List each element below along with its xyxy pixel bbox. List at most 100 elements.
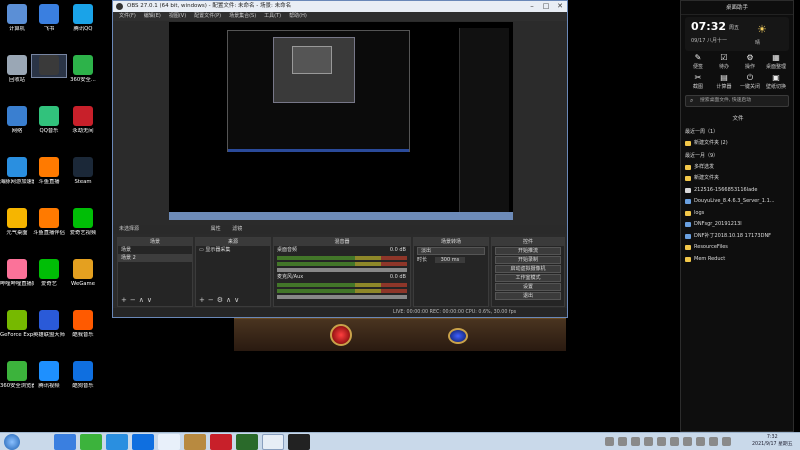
tray-icon[interactable] (657, 437, 666, 446)
tray-icon[interactable] (722, 437, 731, 446)
file-item[interactable]: 212516-1566853116lade (685, 185, 791, 197)
tray-icon[interactable] (696, 437, 705, 446)
menu-item[interactable]: 视图(V) (169, 12, 186, 21)
file-group-label[interactable]: 最近一周（1） (685, 128, 791, 135)
tray-icon[interactable] (683, 437, 692, 446)
file-group-label[interactable]: 最近一月（9） (685, 152, 791, 159)
obs-window[interactable]: OBS 27.0.1 (64 bit, windows) - 配置文件: 未命名… (112, 0, 568, 318)
filters-button[interactable]: 滤镜 (232, 226, 242, 232)
tray-icon[interactable] (605, 437, 614, 446)
taskbar-app-explorer[interactable] (158, 434, 180, 450)
tool-button[interactable]: ▤ 计算器 (711, 73, 737, 91)
desktop-icon[interactable]: 360安全... (66, 55, 100, 83)
desktop-icon[interactable]: 腾讯视频 (32, 361, 66, 389)
desktop-icon[interactable]: 海豚网游加速器5.0 (0, 157, 34, 185)
file-item[interactable]: 多样选发 (685, 162, 791, 174)
tool-button[interactable]: ⏻ 一键关闭 (737, 73, 763, 91)
desktop-icon[interactable]: 腾讯QQ (66, 4, 100, 32)
transition-select[interactable]: 淡出 (417, 247, 485, 255)
file-item[interactable]: 新建文件夹 (2) (685, 138, 791, 150)
taskbar-app-kugou[interactable] (132, 434, 154, 450)
tool-icon: ✂ (694, 73, 702, 82)
settings-button[interactable]: 设置 (495, 283, 561, 291)
desktop-icon[interactable]: QQ音乐 (32, 106, 66, 134)
desktop-icon[interactable]: 斗鱼直播 (32, 157, 66, 185)
volume-slider[interactable] (277, 295, 407, 299)
taskbar-app-tool[interactable] (210, 434, 232, 450)
tool-button[interactable]: ▣ 壁纸切换 (763, 73, 789, 91)
desktop-icon[interactable]: GeForce Experience (0, 310, 34, 338)
tray-icon[interactable] (618, 437, 627, 446)
maximize-icon[interactable]: □ (539, 1, 553, 12)
desktop-icon[interactable]: 网络 (0, 106, 34, 134)
tray-icon[interactable] (631, 437, 640, 446)
desktop-icon[interactable]: 斗鱼直播伴侣 (32, 208, 66, 236)
tool-button[interactable]: ☑ 待办 (711, 53, 737, 71)
desktop-icon[interactable]: 元气桌面 (0, 208, 34, 236)
taskbar-clock[interactable]: 7:32 2021/9/17 星期五 (752, 434, 793, 448)
menu-item[interactable]: 文件(F) (119, 12, 136, 21)
desktop-icon[interactable]: Steam (66, 157, 100, 185)
source-item[interactable]: ▭ 显示器采集 (196, 246, 270, 254)
desktop-icon[interactable]: 永劫无间 (66, 106, 100, 134)
desktop-icon[interactable]: 酷我音乐 (66, 310, 100, 338)
scene-item[interactable]: 场景 (118, 246, 192, 254)
tool-button[interactable]: ✂ 截图 (685, 73, 711, 91)
search-input[interactable]: ⌕ 搜索桌面文件, 快速启动 (685, 95, 789, 107)
tray-icon[interactable] (709, 437, 718, 446)
desktop-icon[interactable]: 酷狗音乐 (66, 361, 100, 389)
scenes-toolbar[interactable]: +−∧∨ (121, 296, 155, 304)
taskbar-app-feishu[interactable] (54, 434, 76, 450)
taskbar-app-browser[interactable] (106, 434, 128, 450)
menu-item[interactable]: 帮助(H) (289, 12, 307, 21)
desktop-icon[interactable]: WeGame (66, 259, 100, 287)
taskbar-app-player[interactable] (80, 434, 102, 450)
tool-button[interactable]: ⚙ 操作 (737, 53, 763, 71)
file-item[interactable]: ResourceFiles (685, 242, 791, 254)
tray-icon[interactable] (644, 437, 653, 446)
tool-button[interactable]: ✎ 便签 (685, 53, 711, 71)
taskbar-app-game[interactable] (184, 434, 206, 450)
duration-input[interactable]: 300 ms (434, 257, 466, 263)
obs-titlebar[interactable]: OBS 27.0.1 (64 bit, windows) - 配置文件: 未命名… (113, 1, 567, 12)
taskbar-app-obs2[interactable] (288, 434, 310, 450)
desktop-icon[interactable]: 哔哩哔哩直播姬 (0, 259, 34, 287)
obs-preview[interactable] (169, 22, 513, 220)
desktop-icon[interactable]: 计算机 (0, 4, 34, 32)
close-icon[interactable]: ✕ (553, 1, 567, 12)
track-level: 0.0 dB (389, 274, 406, 280)
file-item[interactable]: DNF补丁2018.10.18 17173DNF (685, 231, 791, 243)
desktop-icon[interactable]: 英雄联盟大师 (32, 310, 66, 338)
volume-slider[interactable] (277, 268, 407, 272)
desktop-icon[interactable]: 爱奇艺视频 (66, 208, 100, 236)
desktop-icon[interactable] (31, 54, 67, 78)
file-item[interactable]: DouyuLive_8.4.6.3_Server_1.1... (685, 196, 791, 208)
file-item[interactable]: Mem Reduct (685, 254, 791, 266)
tool-button[interactable]: ▦ 桌面整理 (763, 53, 789, 71)
menu-item[interactable]: 工具(T) (264, 12, 281, 21)
menu-item[interactable]: 配置文件(P) (194, 12, 221, 21)
minimize-icon[interactable]: – (525, 1, 539, 12)
file-item[interactable]: 新建文件夹 (685, 173, 791, 185)
app-icon (73, 259, 93, 279)
desktop-icon[interactable]: 360安全浏览器 (0, 361, 34, 389)
taskbar-app-obs[interactable] (262, 434, 284, 450)
start-recording-button[interactable]: 开始录制 (495, 256, 561, 264)
file-item[interactable]: DNFsgr_20191213l (685, 219, 791, 231)
desktop-icon[interactable]: 回收站 (0, 55, 34, 83)
tray-icon[interactable] (670, 437, 679, 446)
studio-mode-button[interactable]: 工作室模式 (495, 274, 561, 282)
start-streaming-button[interactable]: 开始推流 (495, 247, 561, 255)
desktop-icon[interactable]: 爱奇艺 (32, 259, 66, 287)
properties-button[interactable]: 属性 (211, 226, 221, 232)
file-item[interactable]: logs (685, 208, 791, 220)
sources-toolbar[interactable]: +−⚙∧∨ (199, 296, 242, 304)
taskbar-app-green[interactable] (236, 434, 258, 450)
start-button[interactable] (4, 434, 20, 450)
menu-item[interactable]: 编辑(E) (144, 12, 161, 21)
virtual-camera-button[interactable]: 启动虚拟摄像机 (495, 265, 561, 273)
scene-item[interactable]: 场景 2 (118, 254, 192, 262)
exit-button[interactable]: 退出 (495, 292, 561, 300)
desktop-icon[interactable]: 飞书 (32, 4, 66, 32)
menu-item[interactable]: 场景集合(S) (229, 12, 256, 21)
